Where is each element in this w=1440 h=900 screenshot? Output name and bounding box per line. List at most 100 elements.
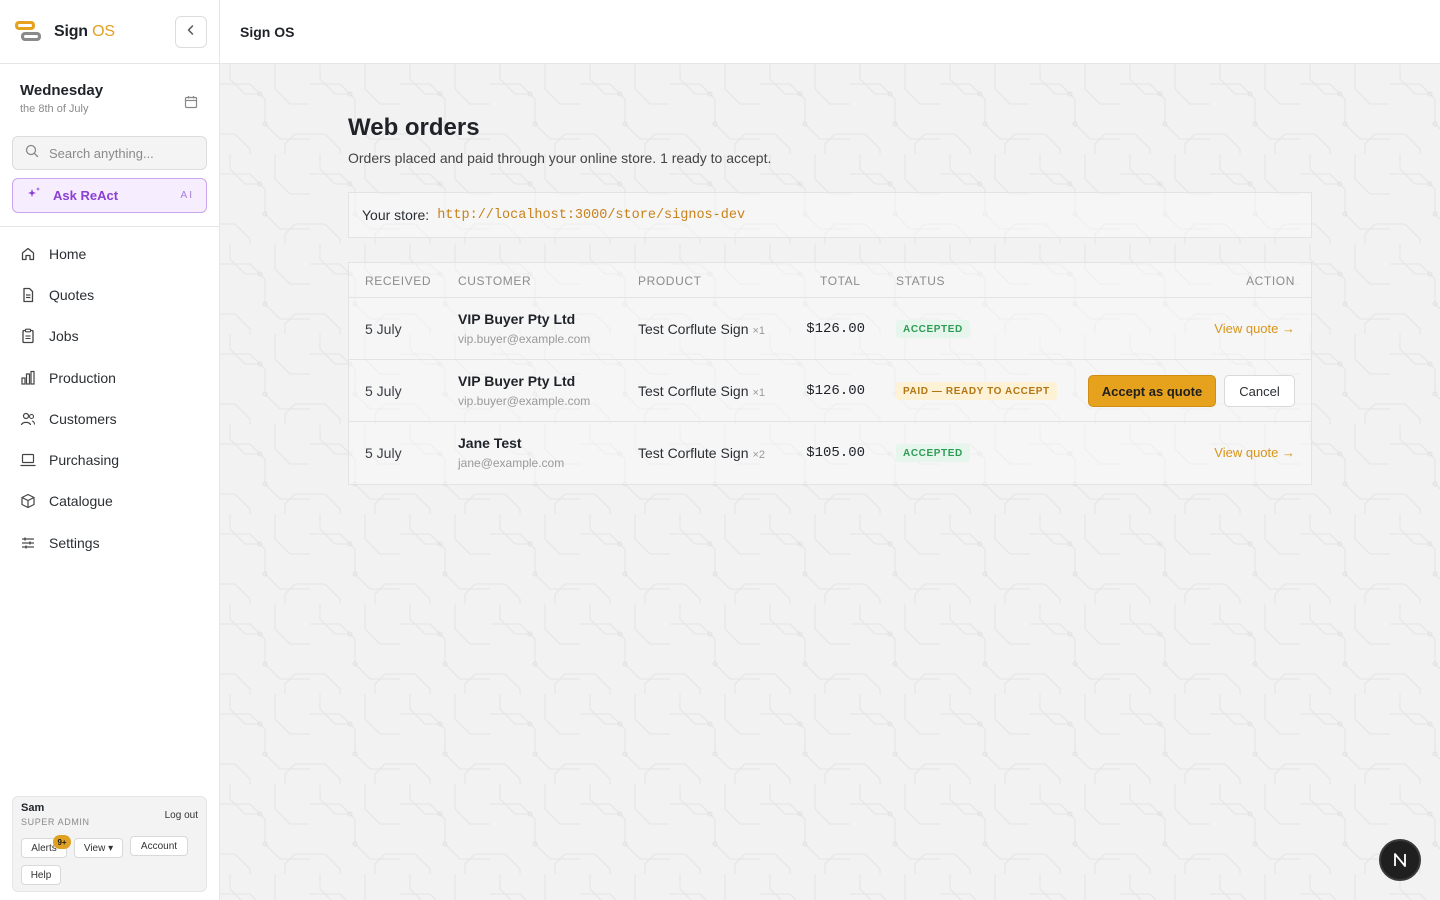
column-header-product: PRODUCT	[638, 274, 702, 288]
sidebar-item-label: Settings	[49, 534, 100, 551]
product-quantity: ×1	[752, 387, 766, 399]
brand-name-sign: Sign	[54, 22, 88, 40]
brand-name: Sign OS	[54, 23, 115, 41]
account-button[interactable]: Account	[130, 836, 188, 856]
sidebar-item-jobs[interactable]: Jobs	[0, 316, 219, 357]
sidebar-item-label: Customers	[49, 410, 117, 427]
sidebar-item-label: Quotes	[49, 286, 95, 303]
laptop-icon	[20, 452, 36, 468]
column-header-received: RECEIVED	[365, 274, 432, 288]
logout-button[interactable]: Log out	[165, 810, 198, 821]
signos-logo-icon	[14, 19, 42, 45]
status-badge: PAID — READY TO ACCEPT	[896, 382, 1057, 400]
sidebar-item-quotes[interactable]: Quotes	[0, 274, 219, 315]
collapse-sidebar-button[interactable]	[175, 16, 207, 48]
user-role: SUPER ADMIN	[21, 817, 90, 827]
product-cell: Test Corflute Sign ×2	[638, 445, 765, 461]
customer-email: vip.buyer@example.com	[458, 394, 591, 408]
sidebar-item-label: Purchasing	[49, 452, 120, 469]
store-label: Your store:	[362, 207, 430, 223]
users-icon	[20, 411, 36, 427]
table-row: 5 July Jane Test jane@example.com Test C…	[349, 422, 1311, 484]
topbar: Sign OS	[220, 0, 1440, 64]
customer-name: VIP Buyer Pty Ltd	[458, 311, 576, 327]
store-url-link[interactable]: http://localhost:3000/store/signos-dev	[437, 208, 745, 223]
received-date: 5 July	[365, 321, 402, 337]
topbar-title: Sign OS	[240, 23, 295, 40]
order-total: $105.00	[806, 445, 865, 461]
user-name: Sam	[21, 802, 45, 814]
accept-as-quote-button[interactable]: Accept as quote	[1088, 375, 1216, 407]
sidebar-item-label: Catalogue	[49, 493, 113, 510]
column-header-status: STATUS	[896, 274, 946, 288]
customer-email: vip.buyer@example.com	[458, 332, 591, 346]
column-header-total: TOTAL	[820, 274, 861, 288]
customer-email: jane@example.com	[458, 456, 565, 470]
search-box	[12, 136, 207, 170]
sidebar-item-purchasing[interactable]: Purchasing	[0, 439, 219, 480]
search-input[interactable]	[49, 145, 199, 161]
ask-react-label: Ask ReAct	[53, 188, 119, 203]
view-quote-link[interactable]: View quote →	[1214, 445, 1295, 460]
sidebar-item-customers[interactable]: Customers	[0, 398, 219, 439]
sidebar-item-settings[interactable]: Settings	[0, 522, 219, 563]
cancel-button[interactable]: Cancel	[1224, 375, 1295, 407]
document-icon	[20, 287, 36, 303]
page-title: Web orders	[348, 114, 480, 141]
sidebar-item-label: Production	[49, 369, 116, 386]
sidebar-nav: Home Quotes Jobs Production Customers Pu…	[0, 233, 219, 563]
chevron-left-icon	[185, 23, 197, 41]
received-date: 5 July	[365, 383, 402, 399]
column-header-customer: CUSTOMER	[458, 274, 532, 288]
date-block: Wednesday the 8th of July	[20, 82, 103, 115]
status-badge: ACCEPTED	[896, 320, 970, 338]
home-icon	[20, 246, 36, 262]
column-header-action: ACTION	[1246, 274, 1295, 288]
main-content: Web orders Orders placed and paid throug…	[220, 64, 1440, 900]
clipboard-icon	[20, 328, 36, 344]
page-subtitle: Orders placed and paid through your onli…	[348, 150, 772, 166]
date-day: Wednesday	[20, 82, 104, 99]
order-total: $126.00	[806, 321, 865, 337]
ai-tag: AI	[180, 190, 194, 201]
table-row: 5 July VIP Buyer Pty Ltd vip.buyer@examp…	[349, 298, 1311, 360]
customer-name: VIP Buyer Pty Ltd	[458, 373, 576, 389]
sidebar-divider	[0, 226, 219, 227]
sparkle-icon	[27, 186, 41, 205]
alerts-count-badge: 9+	[53, 835, 71, 849]
store-url-box: Your store: http://localhost:3000/store/…	[348, 192, 1312, 238]
sidebar-item-home[interactable]: Home	[0, 233, 219, 274]
view-dropdown-button[interactable]: View ▾	[74, 838, 123, 858]
table-header: RECEIVED CUSTOMER PRODUCT TOTAL STATUS A…	[349, 263, 1311, 298]
nextjs-dev-tools-button[interactable]	[1379, 839, 1421, 881]
date-sub: the 8th of July	[20, 103, 89, 115]
brand-name-os: OS	[92, 22, 115, 40]
product-cell: Test Corflute Sign ×1	[638, 383, 765, 399]
sidebar-item-label: Jobs	[49, 328, 79, 345]
order-total: $126.00	[806, 383, 865, 399]
product-quantity: ×1	[752, 325, 766, 337]
web-orders-table: RECEIVED CUSTOMER PRODUCT TOTAL STATUS A…	[348, 262, 1312, 485]
table-row: 5 July VIP Buyer Pty Ltd vip.buyer@examp…	[349, 360, 1311, 422]
search-icon	[25, 144, 39, 163]
product-name: Test Corflute Sign	[638, 445, 749, 461]
product-cell: Test Corflute Sign ×1	[638, 321, 765, 337]
ask-react-button[interactable]: Ask ReAct AI	[12, 178, 207, 213]
view-quote-link[interactable]: View quote →	[1214, 321, 1295, 336]
sidebar-item-production[interactable]: Production	[0, 357, 219, 398]
customer-name: Jane Test	[458, 435, 522, 451]
calendar-icon[interactable]	[184, 95, 198, 114]
sidebar: Sign OS Wednesday the 8th of July Ask Re…	[0, 0, 220, 900]
received-date: 5 July	[365, 445, 402, 461]
bar-chart-icon	[20, 370, 36, 386]
product-name: Test Corflute Sign	[638, 383, 749, 399]
sidebar-item-catalogue[interactable]: Catalogue	[0, 481, 219, 522]
n-logo-icon	[1394, 853, 1406, 867]
sidebar-item-label: Home	[49, 245, 87, 262]
box-icon	[20, 493, 36, 509]
product-name: Test Corflute Sign	[638, 321, 749, 337]
status-badge: ACCEPTED	[896, 444, 970, 462]
sliders-icon	[20, 535, 36, 551]
help-button[interactable]: Help	[21, 865, 61, 885]
product-quantity: ×2	[752, 449, 766, 461]
